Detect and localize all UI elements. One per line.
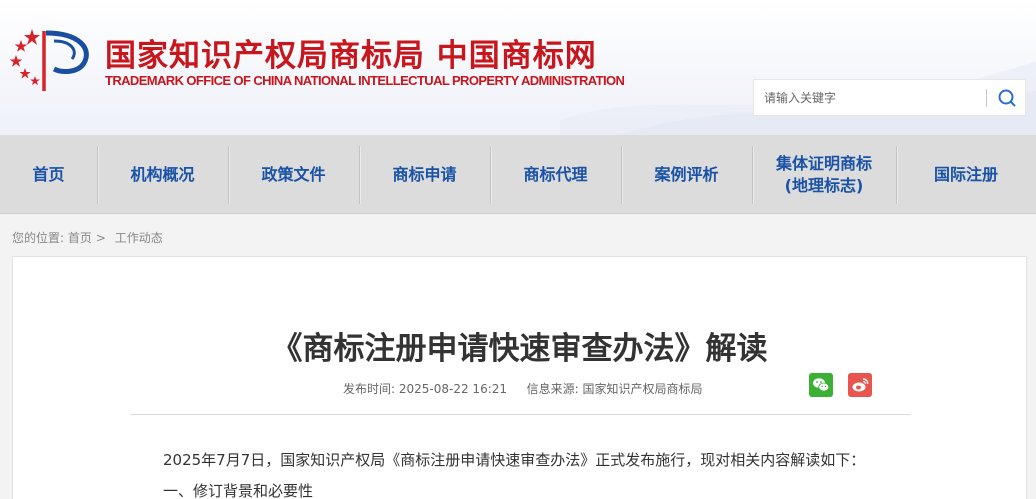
nav-item-cases[interactable]: 案例评析	[621, 135, 752, 214]
nav-item-home[interactable]: 首页	[0, 135, 97, 214]
nav-item-agency[interactable]: 商标代理	[490, 135, 621, 214]
article-paragraph: 一、修订背景和必要性	[163, 482, 314, 499]
nav-item-label: 案例评析	[654, 164, 719, 184]
nav-item-about[interactable]: 机构概况	[97, 135, 228, 214]
site-title-en: TRADEMARK OFFICE OF CHINA NATIONAL INTEL…	[105, 73, 625, 88]
site-header: 国家知识产权局商标局 中国商标网 TRADEMARK OFFICE OF CHI…	[0, 0, 1036, 135]
publish-label: 发布时间:	[343, 382, 396, 396]
source-label: 信息来源:	[526, 382, 579, 396]
site-title-cn[interactable]: 国家知识产权局商标局 中国商标网	[105, 30, 597, 75]
nav-item-label: 政策文件	[261, 164, 326, 184]
nav-item-label: 首页	[32, 164, 65, 184]
breadcrumb-home-link[interactable]: 首页	[68, 231, 92, 245]
search-box	[753, 79, 1026, 116]
breadcrumb-separator: >	[95, 231, 106, 245]
wechat-icon[interactable]	[809, 373, 833, 397]
weibo-icon[interactable]	[848, 373, 872, 397]
nav-item-collective-marks[interactable]: 集体证明商标 (地理标志)	[752, 135, 896, 214]
nav-item-policy[interactable]: 政策文件	[228, 135, 359, 214]
breadcrumb-prefix: 您的位置:	[12, 231, 65, 245]
breadcrumb: 您的位置: 首页 > 工作动态	[12, 229, 163, 246]
search-icon[interactable]	[994, 86, 1020, 110]
nav-item-label: 机构概况	[130, 164, 195, 184]
article-panel: 《商标注册申请快速审查办法》解读 发布时间: 2025-08-22 16:21 …	[12, 256, 1027, 499]
source-value: 国家知识产权局商标局	[582, 382, 703, 396]
article-meta: 发布时间: 2025-08-22 16:21 信息来源: 国家知识产权局商标局	[343, 380, 703, 397]
nav-item-label: 集体证明商标 (地理标志)	[775, 153, 872, 195]
article-title: 《商标注册申请快速审查办法》解读	[271, 331, 768, 367]
nav-item-application[interactable]: 商标申请	[359, 135, 490, 214]
breadcrumb-current-link[interactable]: 工作动态	[115, 231, 163, 245]
publish-time: 2025-08-22 16:21	[398, 382, 508, 396]
nav-item-international[interactable]: 国际注册	[896, 135, 1036, 214]
nav-item-label: 国际注册	[933, 164, 998, 184]
nav-item-label: 商标申请	[392, 164, 457, 184]
search-input[interactable]	[754, 80, 986, 115]
main-nav: 首页 机构概况 政策文件 商标申请 商标代理 案例评析 集体证明商标 (地理标志)…	[0, 135, 1036, 214]
article-divider	[130, 414, 911, 415]
search-divider	[986, 89, 987, 107]
article-paragraph: 2025年7月7日，国家知识产权局《商标注册申请快速审查办法》正式发布施行，现对…	[163, 451, 866, 469]
nav-item-label: 商标代理	[523, 164, 588, 184]
cnipa-logo-icon[interactable]	[10, 27, 96, 95]
